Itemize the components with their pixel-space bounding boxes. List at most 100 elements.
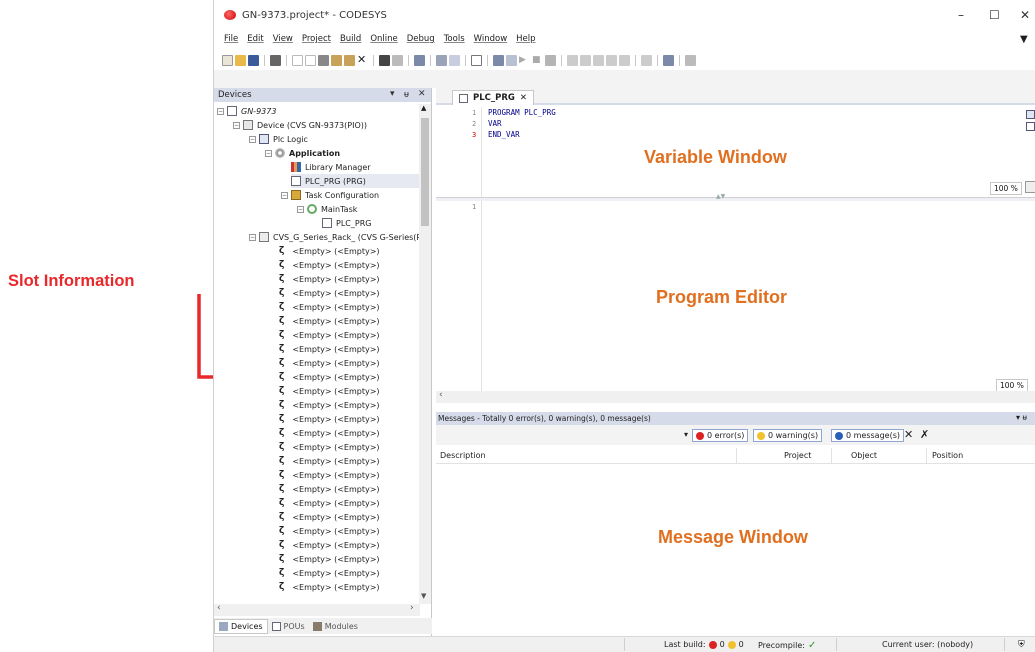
- collapse-icon[interactable]: −: [281, 191, 288, 199]
- print-icon[interactable]: [270, 54, 281, 66]
- errors-filter[interactable]: 0 error(s): [692, 429, 749, 442]
- slot-row[interactable]: ζ <Empty> (<Empty>): [279, 580, 380, 594]
- collapse-icon[interactable]: −: [297, 205, 304, 213]
- scroll-left-icon[interactable]: ‹: [439, 390, 443, 400]
- build-icon[interactable]: [471, 54, 482, 66]
- menu-window[interactable]: Window: [474, 34, 508, 48]
- tree-node-plc-prg[interactable]: PLC_PRG (PRG): [291, 174, 420, 188]
- editor-hscrollbar[interactable]: ‹: [436, 390, 1035, 403]
- minimize-button[interactable]: –: [958, 8, 964, 22]
- col-project[interactable]: Project: [784, 451, 811, 460]
- slot-row[interactable]: ζ <Empty> (<Empty>): [279, 552, 380, 566]
- reset-icon[interactable]: [545, 54, 556, 66]
- tree-node-library-manager[interactable]: Library Manager: [291, 160, 371, 174]
- slot-row[interactable]: ζ <Empty> (<Empty>): [279, 328, 380, 342]
- slot-row[interactable]: ζ <Empty> (<Empty>): [279, 300, 380, 314]
- slot-row[interactable]: ζ <Empty> (<Empty>): [279, 468, 380, 482]
- scroll-up-icon[interactable]: ▲: [421, 104, 426, 112]
- select-all-icon[interactable]: [414, 54, 425, 66]
- slot-row[interactable]: ζ <Empty> (<Empty>): [279, 244, 380, 258]
- tree-node-maintask[interactable]: − MainTask: [297, 202, 357, 216]
- stop-icon[interactable]: ■: [532, 55, 543, 66]
- collapse-icon[interactable]: −: [233, 121, 240, 129]
- variable-window[interactable]: 1 2 3 PROGRAM PLC_PRG VAR END_VAR 100 % …: [436, 107, 1035, 197]
- slot-row[interactable]: ζ <Empty> (<Empty>): [279, 454, 380, 468]
- cut-icon[interactable]: [318, 54, 329, 66]
- logout-icon[interactable]: [506, 54, 517, 66]
- pin-icon[interactable]: ᵾ: [404, 89, 409, 100]
- clear-messages-icon[interactable]: ✕: [904, 428, 913, 441]
- new-icon[interactable]: [222, 54, 233, 66]
- pane-close-icon[interactable]: ✕: [418, 89, 426, 99]
- paste-icon[interactable]: [344, 54, 355, 66]
- slot-row[interactable]: ζ <Empty> (<Empty>): [279, 314, 380, 328]
- write-values-icon[interactable]: [685, 54, 696, 66]
- tree-node-device[interactable]: − Device (CVS GN-9373(PIO)): [233, 118, 367, 132]
- tree-node-root[interactable]: − GN-9373: [217, 104, 276, 118]
- tree-node-task-pou[interactable]: PLC_PRG: [322, 216, 371, 230]
- menu-edit[interactable]: Edit: [247, 34, 263, 48]
- col-description[interactable]: Description: [440, 451, 486, 460]
- step-over-icon[interactable]: [567, 54, 578, 66]
- find-icon[interactable]: [379, 54, 390, 66]
- slot-row[interactable]: ζ <Empty> (<Empty>): [279, 258, 380, 272]
- zoom-icon[interactable]: [1025, 181, 1035, 193]
- toggle-breakpoint-icon[interactable]: [641, 54, 652, 66]
- undo-icon[interactable]: [292, 54, 303, 66]
- scroll-down-icon[interactable]: ▼: [421, 592, 426, 600]
- menu-file[interactable]: File: [224, 34, 238, 48]
- open-icon[interactable]: [235, 54, 246, 66]
- col-position[interactable]: Position: [932, 451, 963, 460]
- maximize-button[interactable]: ☐: [989, 8, 1000, 22]
- slot-row[interactable]: ζ <Empty> (<Empty>): [279, 566, 380, 580]
- close-button[interactable]: ✕: [1020, 8, 1030, 22]
- slot-row[interactable]: ζ <Empty> (<Empty>): [279, 342, 380, 356]
- textual-view-icon[interactable]: [1026, 122, 1035, 131]
- splitter-grip-icon[interactable]: ▲▼: [716, 193, 725, 200]
- slot-row[interactable]: ζ <Empty> (<Empty>): [279, 286, 380, 300]
- slot-row[interactable]: ζ <Empty> (<Empty>): [279, 496, 380, 510]
- slot-row[interactable]: ζ <Empty> (<Empty>): [279, 538, 380, 552]
- slot-row[interactable]: ζ <Empty> (<Empty>): [279, 398, 380, 412]
- menu-online[interactable]: Online: [370, 34, 397, 48]
- tree-hscrollbar[interactable]: ‹ ›: [214, 603, 420, 616]
- warnings-filter[interactable]: 0 warning(s): [753, 429, 823, 442]
- shield-icon[interactable]: ⛨: [1018, 640, 1025, 650]
- tree-node-plc-logic[interactable]: − Plc Logic: [249, 132, 308, 146]
- messages-list[interactable]: Message Window: [436, 464, 1035, 636]
- slot-row[interactable]: ζ <Empty> (<Empty>): [279, 510, 380, 524]
- login-icon[interactable]: [493, 54, 504, 66]
- slot-row[interactable]: ζ <Empty> (<Empty>): [279, 356, 380, 370]
- scroll-left-icon[interactable]: ‹: [217, 603, 221, 613]
- tree-node-application[interactable]: − Application: [265, 146, 340, 160]
- menu-build[interactable]: Build: [340, 34, 361, 48]
- slot-row[interactable]: ζ <Empty> (<Empty>): [279, 384, 380, 398]
- tab-close-icon[interactable]: ✕: [520, 93, 527, 103]
- save-icon[interactable]: [248, 54, 259, 66]
- slot-row[interactable]: ζ <Empty> (<Empty>): [279, 524, 380, 538]
- program-editor[interactable]: 1 Program Editor 100 %: [436, 201, 1035, 392]
- start-icon[interactable]: ▶: [519, 55, 530, 66]
- collapse-icon[interactable]: −: [265, 149, 272, 157]
- scroll-thumb[interactable]: [421, 118, 429, 226]
- force-values-icon[interactable]: [663, 54, 674, 66]
- menu-view[interactable]: View: [273, 34, 293, 48]
- redo-icon[interactable]: [305, 54, 316, 66]
- message-source-dropdown[interactable]: ▾: [684, 430, 688, 439]
- menu-tools[interactable]: Tools: [444, 34, 465, 48]
- zoom-level[interactable]: 100 %: [990, 182, 1022, 195]
- slot-row[interactable]: ζ <Empty> (<Empty>): [279, 426, 380, 440]
- slot-row[interactable]: ζ <Empty> (<Empty>): [279, 440, 380, 454]
- precompile-status[interactable]: Precompile: ✓: [758, 640, 816, 651]
- delete-icon[interactable]: ✕: [357, 54, 368, 66]
- step-into-icon[interactable]: [580, 54, 591, 66]
- pane-menu-icon[interactable]: ▾: [390, 89, 395, 99]
- tab-modules[interactable]: Modules: [309, 619, 362, 634]
- col-object[interactable]: Object: [851, 451, 877, 460]
- collapse-icon[interactable]: −: [217, 107, 224, 115]
- scroll-right-icon[interactable]: ›: [410, 603, 414, 613]
- tab-pous[interactable]: POUs: [268, 619, 309, 634]
- collapse-icon[interactable]: −: [249, 233, 256, 241]
- replace-icon[interactable]: [392, 54, 403, 66]
- menu-debug[interactable]: Debug: [407, 34, 435, 48]
